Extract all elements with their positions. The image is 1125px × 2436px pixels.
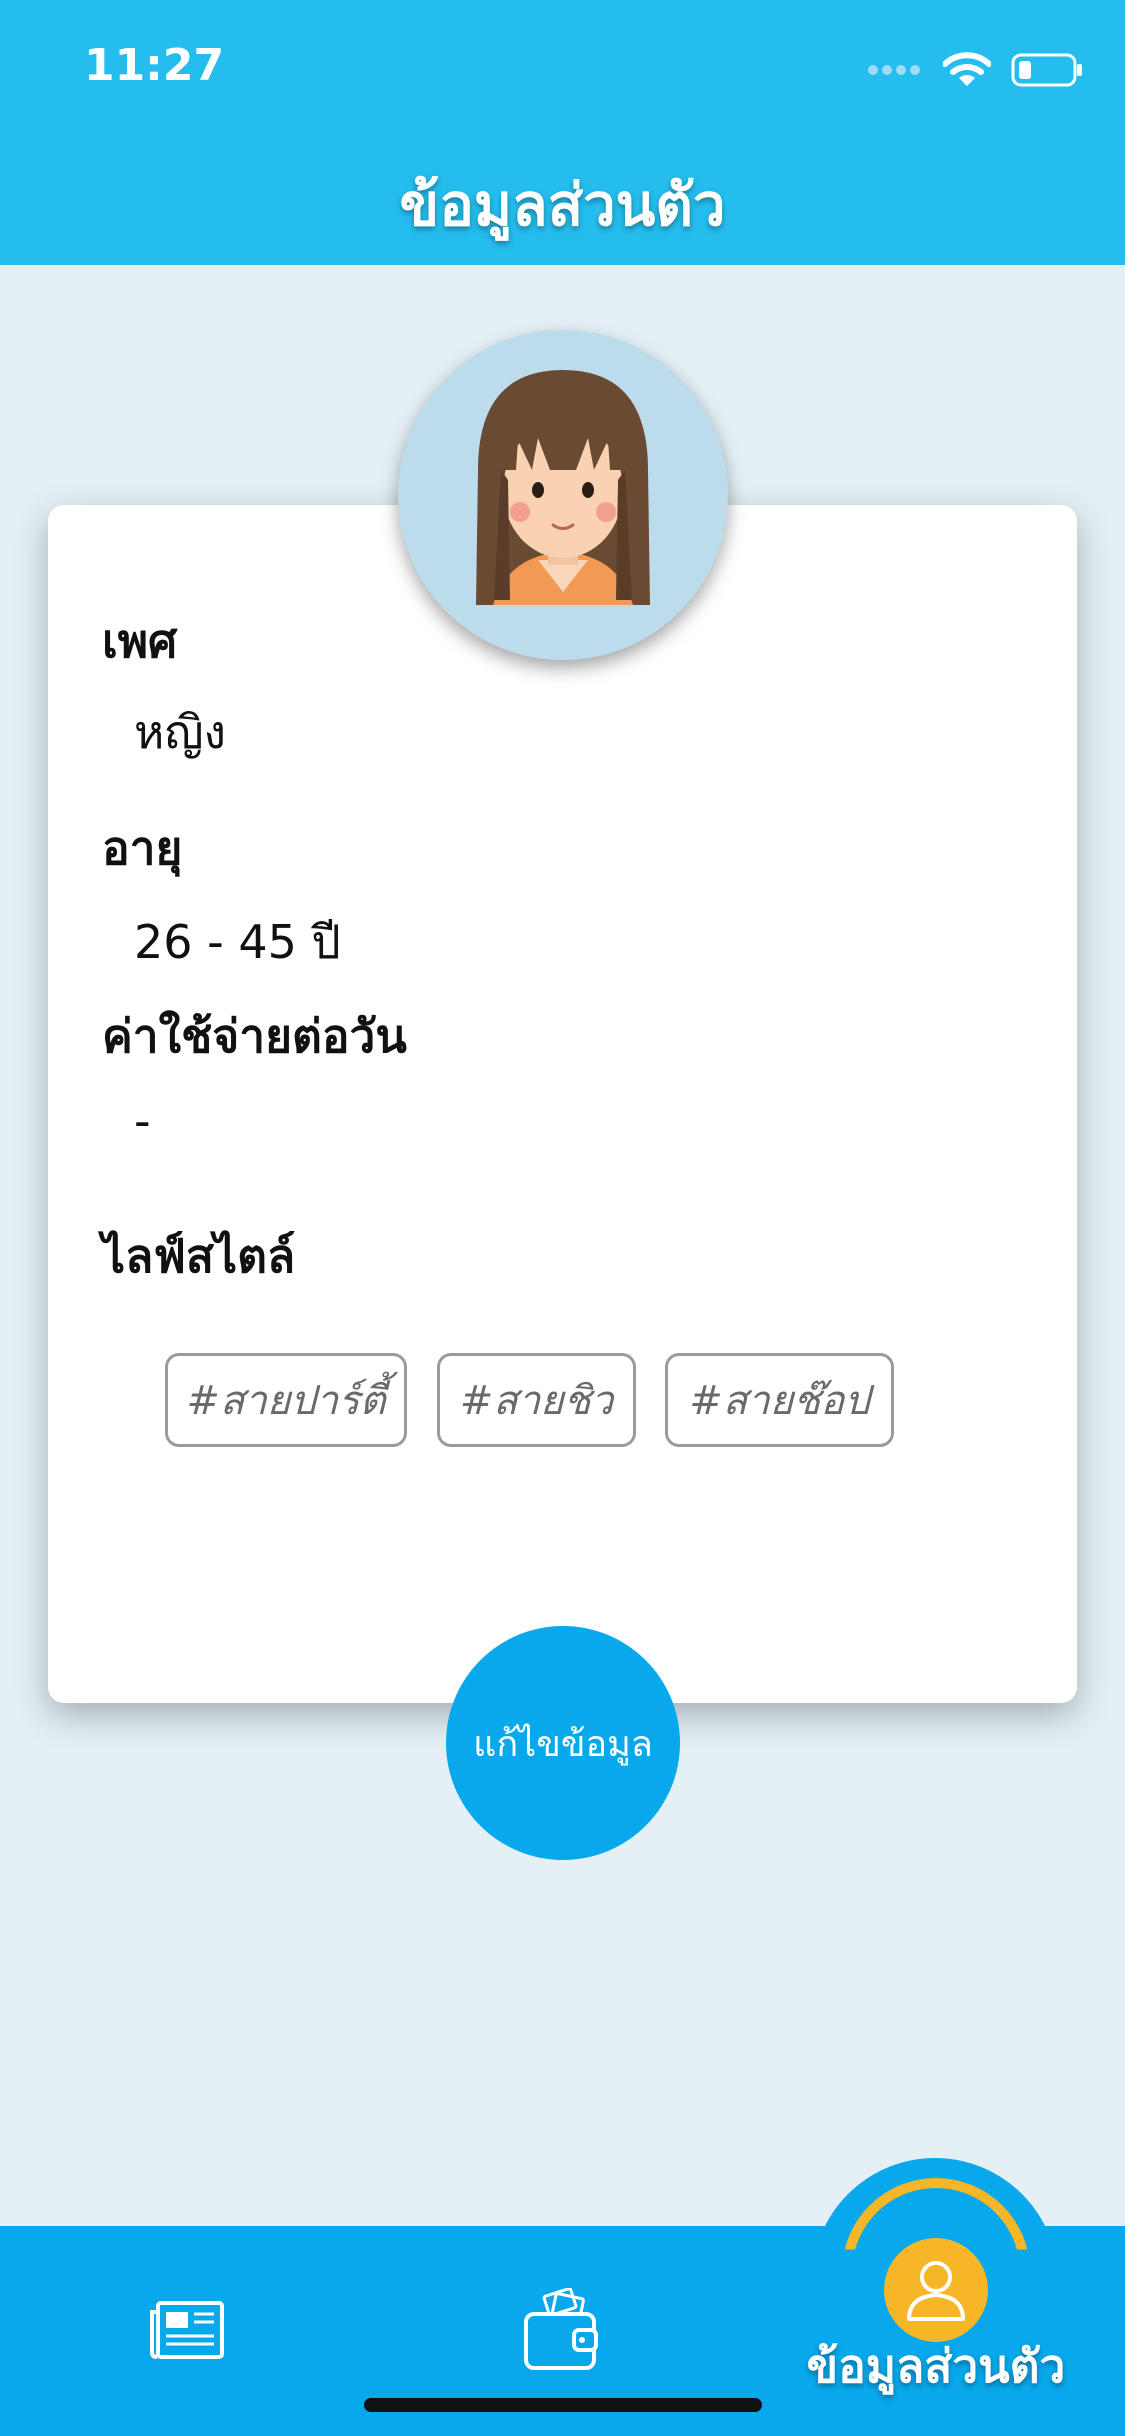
daily-expense-label: ค่าใช้จ่ายต่อวัน bbox=[102, 1009, 407, 1063]
status-time: 11:27 bbox=[84, 40, 225, 91]
lifestyle-tag[interactable]: #สายปาร์ตี้ bbox=[165, 1353, 407, 1447]
lifestyle-tag[interactable]: #สายช๊อป bbox=[665, 1353, 894, 1447]
tab-profile-label: ข้อมูลส่วนตัว bbox=[806, 2339, 1066, 2393]
edit-profile-button[interactable]: แก้ไขข้อมูล bbox=[446, 1626, 680, 1860]
page-title: ข้อมูลส่วนตัว bbox=[399, 171, 726, 239]
user-icon bbox=[907, 2261, 965, 2321]
tab-profile[interactable] bbox=[884, 2238, 988, 2342]
status-bar: 11:27 bbox=[0, 0, 1125, 140]
battery-icon bbox=[1011, 53, 1082, 87]
age-label: อายุ bbox=[102, 821, 183, 875]
profile-card bbox=[48, 505, 1077, 1703]
lifestyle-label: ไลฟ์สไตล์ bbox=[102, 1229, 296, 1283]
tab-news[interactable] bbox=[148, 2300, 226, 2364]
newspaper-icon bbox=[150, 2301, 224, 2359]
status-icons bbox=[867, 48, 1085, 92]
wallet-icon bbox=[524, 2287, 598, 2370]
nav-bar: ข้อมูลส่วนตัว bbox=[0, 140, 1125, 265]
avatar bbox=[398, 330, 728, 660]
female-avatar-icon bbox=[476, 370, 650, 605]
gender-value: หญิง bbox=[134, 705, 226, 759]
age-value: 26 - 45 ปี bbox=[134, 915, 341, 969]
daily-expense-value: - bbox=[134, 1094, 151, 1148]
tab-wallet[interactable] bbox=[522, 2287, 602, 2376]
gender-label: เพศ bbox=[102, 614, 178, 668]
signal-icon bbox=[868, 65, 920, 75]
home-indicator bbox=[364, 2398, 762, 2412]
wifi-icon bbox=[943, 52, 991, 86]
lifestyle-tag[interactable]: #สายชิว bbox=[437, 1353, 636, 1447]
